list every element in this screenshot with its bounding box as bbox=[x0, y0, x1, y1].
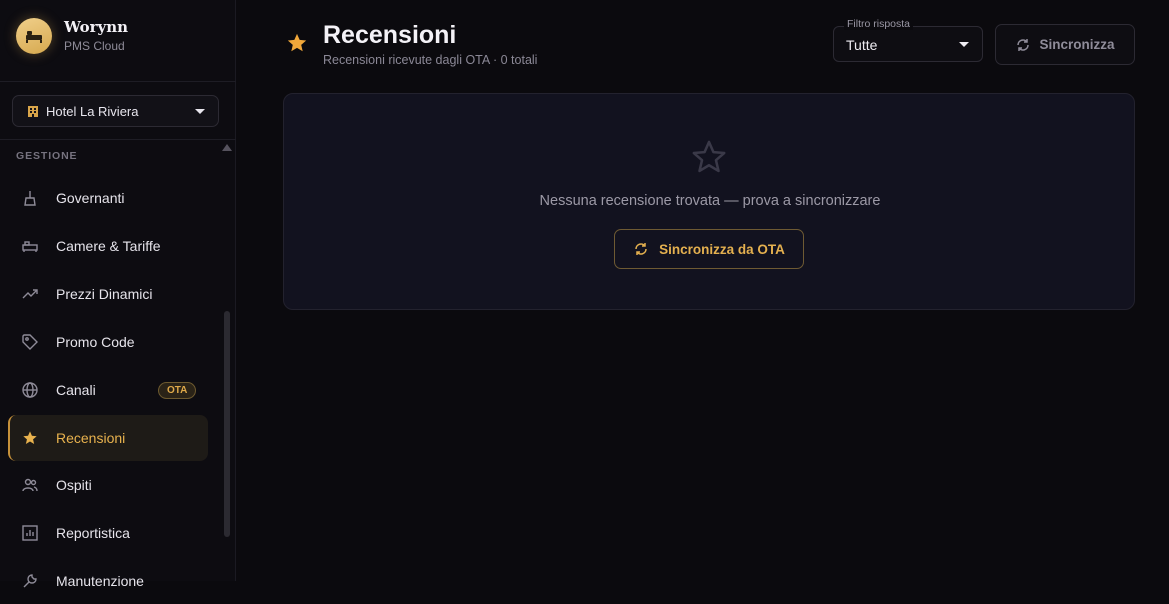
chart-icon bbox=[22, 525, 38, 541]
tag-icon bbox=[22, 334, 38, 350]
star-outline-icon bbox=[690, 138, 728, 181]
sidebar-item-canali[interactable]: Canali OTA bbox=[8, 367, 208, 413]
wrench-icon bbox=[22, 573, 38, 589]
sidebar-item-label: Governanti bbox=[56, 190, 125, 206]
sidebar-scrollbar[interactable] bbox=[224, 311, 230, 537]
sync-icon bbox=[1015, 37, 1031, 53]
globe-icon bbox=[22, 382, 38, 398]
scroll-up-icon[interactable] bbox=[222, 144, 232, 151]
sync-button-label: Sincronizza bbox=[1039, 37, 1115, 52]
sidebar-item-prezzi[interactable]: Prezzi Dinamici bbox=[8, 271, 208, 317]
bed-icon bbox=[16, 18, 52, 54]
sync-from-ota-label: Sincronizza da OTA bbox=[659, 241, 785, 257]
sidebar-item-promo-code[interactable]: Promo Code bbox=[8, 319, 208, 365]
people-icon bbox=[22, 477, 38, 493]
section-title: GESTIONE bbox=[16, 150, 78, 162]
bed-icon bbox=[22, 238, 38, 254]
sidebar-item-ospiti[interactable]: Ospiti bbox=[8, 462, 208, 508]
star-icon bbox=[22, 430, 38, 446]
sidebar-item-label: Recensioni bbox=[56, 430, 126, 446]
sync-button[interactable]: Sincronizza bbox=[995, 24, 1135, 65]
hotel-selector-value: Hotel La Riviera bbox=[46, 103, 139, 119]
broom-icon bbox=[22, 190, 38, 206]
brand[interactable]: Worynn PMS Cloud bbox=[16, 18, 128, 54]
ota-badge: OTA bbox=[158, 382, 197, 399]
sidebar-item-manutenzione[interactable]: Manutenzione bbox=[8, 558, 208, 604]
sidebar-item-label: Manutenzione bbox=[56, 573, 144, 589]
sync-icon bbox=[633, 241, 649, 257]
sync-from-ota-button[interactable]: Sincronizza da OTA bbox=[614, 229, 804, 269]
star-icon bbox=[286, 32, 308, 59]
trending-up-icon bbox=[22, 286, 38, 302]
filter-label: Filtro risposta bbox=[844, 18, 914, 30]
sidebar-item-label: Canali bbox=[56, 382, 96, 398]
empty-state-message: Nessuna recensione trovata — prova a sin… bbox=[539, 193, 881, 209]
sidebar: Worynn PMS Cloud Hotel La Riviera GESTIO… bbox=[0, 0, 236, 589]
response-filter-select[interactable]: Filtro risposta Tutte bbox=[833, 18, 983, 62]
sidebar-item-label: Promo Code bbox=[56, 334, 135, 350]
divider bbox=[0, 81, 236, 82]
hotel-selector[interactable]: Hotel La Riviera bbox=[12, 95, 219, 127]
sidebar-item-reportistica[interactable]: Reportistica bbox=[8, 510, 208, 556]
brand-name: Worynn bbox=[64, 18, 129, 36]
page-subtitle: Recensioni ricevute dagli OTA · 0 totali bbox=[323, 53, 538, 67]
sidebar-item-label: Reportistica bbox=[56, 525, 130, 541]
sidebar-item-governanti[interactable]: Governanti bbox=[8, 175, 208, 221]
sidebar-item-label: Camere & Tariffe bbox=[56, 238, 161, 254]
sidebar-item-label: Ospiti bbox=[56, 477, 92, 493]
sidebar-item-camere[interactable]: Camere & Tariffe bbox=[8, 223, 208, 269]
empty-state-card: Nessuna recensione trovata — prova a sin… bbox=[283, 93, 1135, 310]
hotel-building-icon bbox=[27, 105, 39, 117]
filter-value: Tutte bbox=[846, 37, 878, 53]
divider bbox=[0, 139, 236, 140]
page-title: Recensioni bbox=[323, 21, 457, 49]
chevron-down-icon bbox=[959, 42, 969, 47]
chevron-down-icon bbox=[195, 109, 205, 114]
brand-subtitle: PMS Cloud bbox=[64, 39, 125, 53]
sidebar-item-label: Prezzi Dinamici bbox=[56, 286, 153, 302]
sidebar-item-recensioni[interactable]: Recensioni bbox=[8, 415, 208, 461]
